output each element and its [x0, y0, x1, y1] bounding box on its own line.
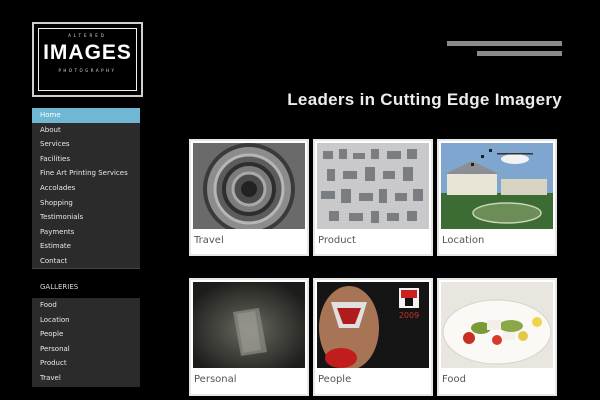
gallery-tile-travel[interactable]: Travel: [189, 139, 309, 256]
gallery-item-food[interactable]: Food: [32, 298, 140, 313]
tile-label: Location: [442, 235, 485, 246]
nav-item-testimonials[interactable]: Testimonials: [32, 210, 140, 225]
components-image: [317, 143, 429, 229]
nav-item-services[interactable]: Services: [32, 137, 140, 152]
galleries-heading: GALLERIES: [40, 283, 79, 291]
nav-item-fine-art-printing[interactable]: Fine Art Printing Services: [32, 166, 140, 181]
gallery-item-location[interactable]: Location: [32, 313, 140, 328]
gallery-item-travel[interactable]: Travel: [32, 371, 140, 386]
salad-plate-image: [441, 282, 553, 368]
product-photo: [317, 143, 429, 229]
tile-label: Product: [318, 235, 356, 246]
nav-item-home[interactable]: Home: [32, 108, 140, 123]
site-tagline: Leaders in Cutting Edge Imagery: [287, 90, 562, 109]
nav-item-payments[interactable]: Payments: [32, 225, 140, 240]
site-logo[interactable]: ALTERED IMAGES PHOTOGRAPHY: [32, 22, 143, 97]
travel-photo: [193, 143, 305, 229]
gallery-item-product[interactable]: Product: [32, 356, 140, 371]
gallery-tile-location[interactable]: Location: [437, 139, 557, 256]
helicopter-mansion-image: [441, 143, 553, 229]
face-paint-image: 2009: [317, 282, 429, 368]
logo-top-text: ALTERED: [68, 33, 107, 38]
personal-photo: [193, 282, 305, 368]
tile-label: Food: [442, 374, 466, 385]
contact-text-blur: [447, 41, 562, 56]
glass-still-life-image: [193, 282, 305, 368]
nav-item-accolades[interactable]: Accolades: [32, 181, 140, 196]
gallery-tile-food[interactable]: Food: [437, 278, 557, 396]
logo-bottom-text: PHOTOGRAPHY: [58, 68, 117, 73]
tile-label: Personal: [194, 374, 237, 385]
nav-item-contact[interactable]: Contact: [32, 254, 140, 269]
tile-label: Travel: [194, 235, 224, 246]
tile-label: People: [318, 374, 352, 385]
spiral-staircase-image: [193, 143, 305, 229]
nav-item-facilities[interactable]: Facilities: [32, 152, 140, 167]
food-photo: [441, 282, 553, 368]
gallery-item-people[interactable]: People: [32, 327, 140, 342]
gallery-item-personal[interactable]: Personal: [32, 342, 140, 357]
gallery-tile-personal[interactable]: Personal: [189, 278, 309, 396]
logo-main-text: IMAGES: [43, 41, 132, 64]
main-nav: Home About Services Facilities Fine Art …: [32, 108, 140, 269]
nav-item-estimate[interactable]: Estimate: [32, 239, 140, 254]
gallery-tile-product[interactable]: Product: [313, 139, 433, 256]
galleries-nav: Food Location People Personal Product Tr…: [32, 298, 140, 387]
nav-item-shopping[interactable]: Shopping: [32, 196, 140, 211]
location-photo: [441, 143, 553, 229]
gallery-tile-people[interactable]: 2009 People: [313, 278, 433, 396]
nav-item-about[interactable]: About: [32, 123, 140, 138]
year-badge: 2009: [399, 311, 419, 320]
contact-info: [447, 40, 562, 62]
people-photo: 2009: [317, 282, 429, 368]
